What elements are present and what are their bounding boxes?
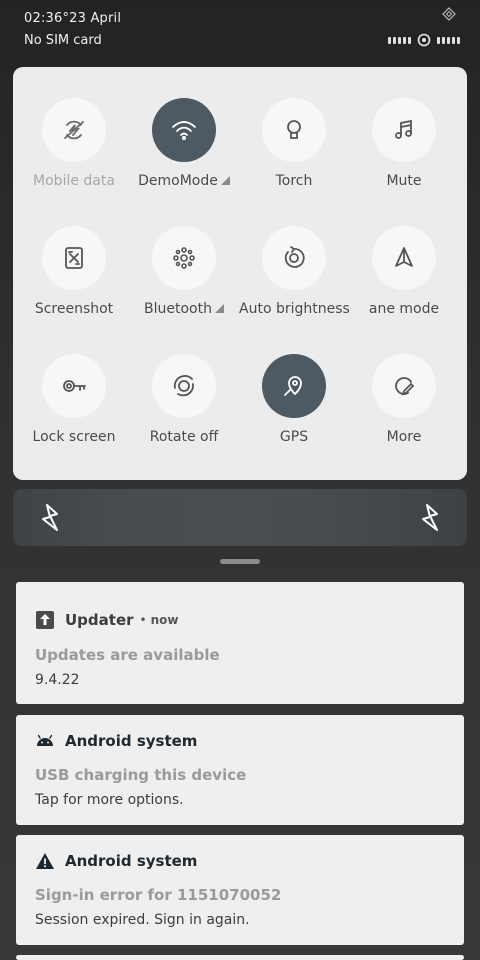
key-icon [42,354,106,418]
tile-label: DemoMode [129,173,239,189]
rotate-icon [152,354,216,418]
notification-header: Android system [35,851,197,871]
tile-label: Mobile data [33,173,115,189]
notification-time: now [150,613,179,627]
app-name: Android system [65,852,198,870]
location-icon [262,354,326,418]
app-name: Android system [65,732,198,750]
tile-label: GPS [279,429,309,445]
battery-dots-icon [437,36,460,44]
tile-more[interactable]: More [349,323,459,451]
tile-rotate[interactable]: Rotate off [129,323,239,451]
signal-dots-icon [388,36,411,44]
tile-lock-screen[interactable]: Lock screen [19,323,129,451]
music-note-icon [372,98,436,162]
tile-screenshot[interactable]: Screenshot [19,195,129,323]
app-name: Updater [65,611,134,629]
tile-auto-brightness[interactable]: Auto brightness [239,195,350,323]
tile-label: Torch [275,173,313,189]
notification-next-peek[interactable] [16,955,464,960]
tile-label: More [386,429,422,445]
brightness-high-icon[interactable] [415,502,445,534]
torch-icon [262,98,326,162]
tile-label: Screenshot [34,301,114,317]
bluetooth-icon [152,226,216,290]
tile-mute[interactable]: Mute [349,67,459,195]
notification-header: Updater • now [35,610,178,630]
tile-label: Lock screen [32,429,116,445]
separator-dot: • [139,613,147,627]
wifi-icon [152,98,216,162]
tile-label: Auto brightness [239,301,350,317]
tile-label: ane mode [368,301,440,317]
status-time: 02:36°23 April [24,11,122,26]
status-bar: 02:36°23 April No SIM card [0,0,480,60]
airplane-icon [372,226,436,290]
sim-status: No SIM card [24,33,102,48]
notification-text: Session expired. Sign in again. [35,912,250,928]
tile-torch[interactable]: Torch [239,67,349,195]
tile-gps[interactable]: GPS [239,323,349,451]
brightness-low-icon [42,504,58,531]
notification-title: Updates are available [35,646,220,664]
tile-bluetooth[interactable]: Bluetooth [129,195,239,323]
panel-drag-handle[interactable] [220,559,260,564]
quick-settings-panel: Mobile data DemoMode Torch Mute Screensh… [13,67,467,480]
notification-updater[interactable]: Updater • now Updates are available 9.4.… [16,582,464,704]
android-icon [37,734,53,746]
status-icons [388,33,460,47]
notification-usb-charging[interactable]: Android system USB charging this device … [16,715,464,825]
tile-mobile-data[interactable]: Mobile data [19,67,129,195]
warning-icon [36,853,54,869]
vpn-diamond-icon [442,7,456,21]
edit-icon [372,354,436,418]
tile-label: Bluetooth [129,301,239,317]
notification-title: Sign-in error for 1151070052 [35,886,282,904]
notification-header: Android system [35,731,197,751]
auto-brightness-icon [262,226,326,290]
ring-icon [417,33,431,47]
notification-title: USB charging this device [35,766,247,784]
brightness-slider[interactable] [13,489,467,546]
screenshot-icon [42,226,106,290]
tile-label: Rotate off [149,429,219,445]
mobile-data-off-icon [42,98,106,162]
notification-text: Tap for more options. [35,792,184,808]
notification-text: 9.4.22 [35,672,80,688]
tile-airplane-mode[interactable]: ane mode [349,195,459,323]
notification-sign-in-error[interactable]: Android system Sign-in error for 1151070… [16,835,464,945]
tile-label: Mute [386,173,422,189]
tile-demomode[interactable]: DemoMode [129,67,239,195]
upload-arrow-icon [36,611,54,629]
